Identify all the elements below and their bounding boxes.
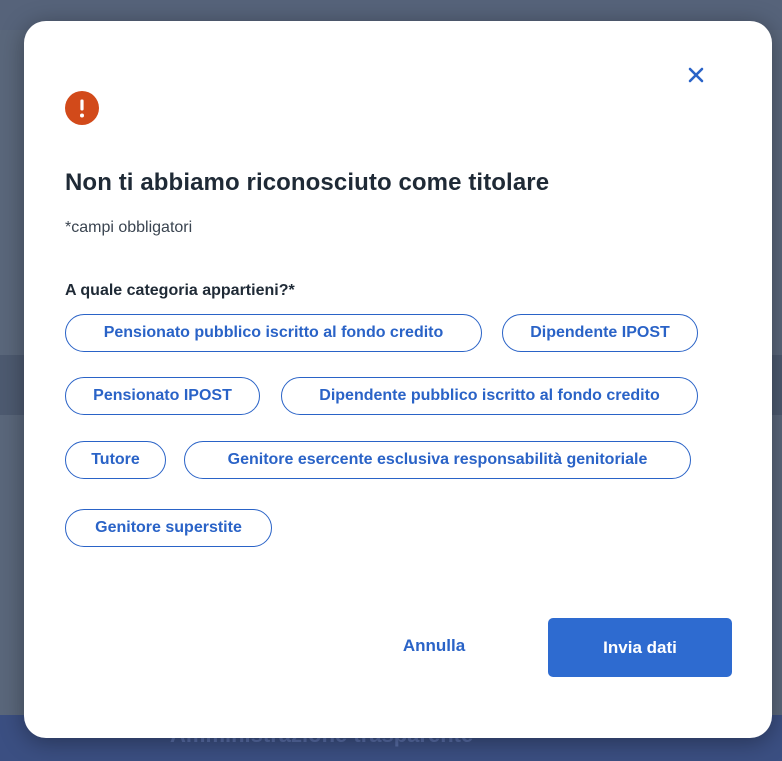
close-icon [688, 67, 704, 83]
submit-button[interactable]: Invia dati [548, 618, 732, 677]
dialog-title: Non ti abbiamo riconosciuto come titolar… [65, 169, 550, 196]
category-question: A quale categoria appartieni?* [65, 282, 295, 299]
category-chip-pensionato-ipost[interactable]: Pensionato IPOST [65, 377, 260, 415]
required-fields-note: *campi obbligatori [65, 219, 193, 236]
category-chip-tutore[interactable]: Tutore [65, 441, 166, 479]
cancel-button[interactable]: Annulla [384, 624, 484, 668]
category-chip-pensionato-pubblico[interactable]: Pensionato pubblico iscritto al fondo cr… [65, 314, 482, 352]
category-chip-dipendente-ipost[interactable]: Dipendente IPOST [502, 314, 698, 352]
category-chip-genitore-superstite[interactable]: Genitore superstite [65, 509, 272, 547]
close-button[interactable] [682, 61, 710, 89]
category-chip-genitore-esercente[interactable]: Genitore esercente esclusiva responsabil… [184, 441, 691, 479]
category-chip-dipendente-pubblico[interactable]: Dipendente pubblico iscritto al fondo cr… [281, 377, 698, 415]
unrecognized-holder-dialog: Non ti abbiamo riconosciuto come titolar… [24, 21, 772, 738]
exclamation-circle-icon [65, 91, 99, 125]
